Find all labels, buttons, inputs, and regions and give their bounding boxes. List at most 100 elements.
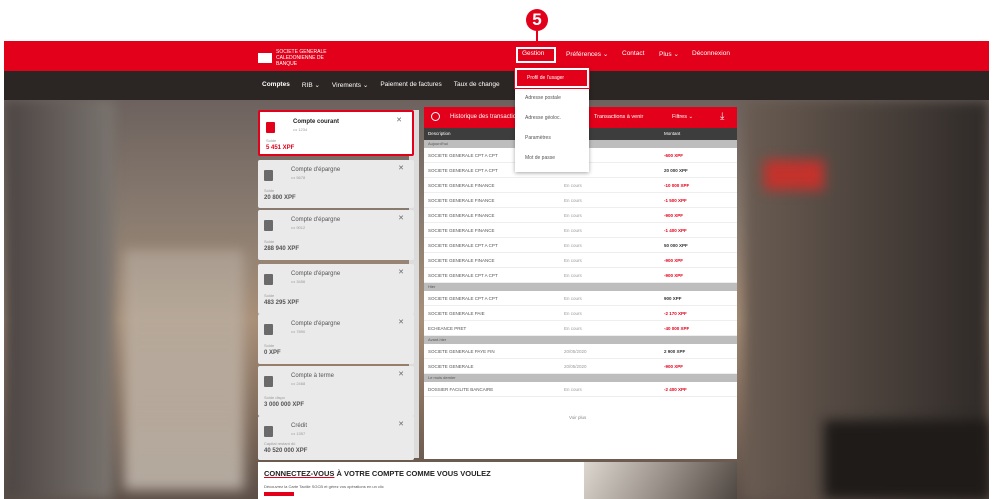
balance-amount: 40 520 000 XPF <box>264 448 308 454</box>
transaction-description: SOCIETE GENERALE FINANCE <box>428 213 495 218</box>
expand-icon[interactable]: ✕ <box>398 268 404 276</box>
account-number: ••• 5678 <box>291 175 306 180</box>
banner-title-rest: À VOTRE COMPTE COMME VOUS VOULEZ <box>334 469 491 478</box>
transaction-status: En cours <box>564 183 582 188</box>
account-number: ••• 7890 <box>291 329 306 334</box>
balance-label: Solde <box>264 343 275 348</box>
transaction-row[interactable]: SOCIETE GENERALE PAYE FIN 20/05/2020 2 900… <box>424 344 737 359</box>
account-name: Compte d'épargne <box>291 321 341 327</box>
transaction-status: En cours <box>564 258 582 263</box>
transaction-amount: 20 000 XPF <box>664 168 688 173</box>
transaction-amount: 2 900 XPF <box>664 349 686 354</box>
transaction-row[interactable]: SOCIETE GENERALE FINANCE En cours -10 000 … <box>424 178 737 193</box>
transaction-description: SOCIETE GENERALE FINANCE <box>428 228 495 233</box>
menu-item-parametres[interactable]: Paramètres <box>515 128 589 148</box>
subnav-virements[interactable]: Virements ⌄ <box>332 81 368 89</box>
transaction-row[interactable]: SOCIETE GENERALE CPT A CPT En cours 900 XP… <box>424 291 737 306</box>
transaction-description: ECHEANCE PRET <box>428 326 467 331</box>
transaction-description: SOCIETE GENERALE PAYE FIN <box>428 349 495 354</box>
account-card[interactable]: Compte d'épargne ••• 5678 Solde 20 800 X… <box>258 160 414 208</box>
transaction-description: SOCIETE GENERALE CPT A CPT <box>428 243 498 248</box>
menu-item-adresse-geoloc[interactable]: Adresse géoloc. <box>515 108 589 128</box>
menu-item-profil[interactable]: Profil de l'usager <box>514 67 590 89</box>
expand-icon[interactable]: ✕ <box>398 214 404 222</box>
wallet-icon <box>264 220 273 231</box>
account-card[interactable]: Crédit ••• 1357 Capital restant dû 40 52… <box>258 416 414 460</box>
account-card[interactable]: Compte d'épargne ••• 9012 Solde 288 940 … <box>258 210 414 260</box>
wallet-icon <box>264 376 273 387</box>
expand-icon[interactable]: ✕ <box>398 420 404 428</box>
step-badge: 5 <box>526 9 548 31</box>
account-number: ••• 9012 <box>291 225 306 230</box>
transaction-row[interactable]: SOCIETE GENERALE FINANCE En cours -1 400 X… <box>424 223 737 238</box>
transaction-row[interactable]: SOCIETE GENERALE 20/05/2020 -900 XPF <box>424 359 737 374</box>
upcoming-transactions-link[interactable]: Transactions à venir <box>594 114 643 120</box>
transaction-row[interactable]: SOCIETE GENERALE CPT A CPT En cours -900 X… <box>424 268 737 283</box>
expand-icon[interactable]: ✕ <box>398 318 404 326</box>
transaction-status: En cours <box>564 326 582 331</box>
account-name: Crédit <box>291 423 308 429</box>
col-amount: Montant <box>664 131 681 136</box>
account-name: Compte d'épargne <box>291 217 341 223</box>
wallet-icon <box>264 324 273 335</box>
transaction-amount: 50 000 XPF <box>664 243 688 248</box>
transaction-description: SOCIETE GENERALE CPT A CPT <box>428 296 498 301</box>
transaction-status: En cours <box>564 296 582 301</box>
nav-preferences[interactable]: Préférences ⌄ <box>566 50 608 58</box>
transaction-status: En cours <box>564 198 582 203</box>
transaction-row[interactable]: SOCIETE GENERALE CPT A CPT En cours 50 000… <box>424 238 737 253</box>
panel-title: Historique des transactions <box>450 114 523 120</box>
filter-button[interactable]: Filtres ⌄ <box>672 114 693 120</box>
transaction-row[interactable]: ECHEANCE PRET En cours -40 000 XPF <box>424 321 737 336</box>
date-group-header: Le mois dernier <box>424 374 737 382</box>
balance-label: Solde <box>264 239 275 244</box>
account-card[interactable]: Compte à terme ••• 2468 Solde dispo 3 00… <box>258 366 414 416</box>
expand-icon[interactable]: ✕ <box>396 116 402 124</box>
transaction-amount: -900 XPF <box>664 258 684 263</box>
expand-icon[interactable]: ✕ <box>398 164 404 172</box>
menu-item-mot-de-passe[interactable]: Mot de passe <box>515 148 589 168</box>
accounts-list: Compte courant ••• 1234 Solde 5 451 XPF … <box>258 110 414 460</box>
step-badge-connector <box>536 31 538 47</box>
account-number: ••• 1357 <box>291 431 306 436</box>
transaction-row[interactable]: SOCIETE GENERALE FINANCE En cours -900 XPF <box>424 208 737 223</box>
expand-icon[interactable]: ✕ <box>398 370 404 378</box>
transaction-row[interactable]: SOCIETE GENERALE FINANCE En cours -900 XPF <box>424 253 737 268</box>
subnav-paiement[interactable]: Paiement de factures <box>380 81 441 89</box>
see-more-link[interactable]: Voir plus <box>569 415 586 420</box>
history-icon <box>431 112 440 121</box>
subnav-taux[interactable]: Taux de change <box>454 81 500 89</box>
logo-icon <box>258 53 272 63</box>
transaction-amount: -1 400 XPF <box>664 228 687 233</box>
col-description: Description <box>428 131 451 136</box>
bank-logo[interactable]: SOCIETE GENERALE CALEDONIENNE DE BANQUE <box>258 49 346 67</box>
account-name: Compte courant <box>293 119 340 125</box>
banner-cta[interactable] <box>264 492 294 496</box>
transaction-amount: 900 XPF <box>664 296 682 301</box>
download-icon[interactable]: ⤓ <box>720 111 724 122</box>
nav-deconnexion[interactable]: Déconnexion <box>692 50 730 57</box>
account-card[interactable]: Compte d'épargne ••• 7890 Solde 0 XPF ✕ <box>258 314 414 364</box>
balance-label: Capital restant dû <box>264 441 296 446</box>
subnav-rib[interactable]: RIB ⌄ <box>302 81 320 89</box>
account-name: Compte d'épargne <box>291 271 341 277</box>
transaction-status: 20/05/2020 <box>564 364 587 369</box>
transaction-description: SOCIETE GENERALE CPT A CPT <box>428 168 498 173</box>
balance-label: Solde <box>266 138 277 143</box>
transaction-row[interactable]: DOSSIER FACILITE BANCAIRE En cours -2 400 … <box>424 382 737 397</box>
transaction-row[interactable]: SOCIETE GENERALE PAIE En cours -2 170 XPF <box>424 306 737 321</box>
balance-label: Solde <box>264 188 275 193</box>
date-group-header: Avant-hier <box>424 336 737 344</box>
banner-subtitle: Découvrez la Carte Tactile SGCB et gérez… <box>264 484 384 489</box>
account-card[interactable]: Compte d'épargne ••• 3456 Solde 483 295 … <box>258 264 414 314</box>
gestion-dropdown-menu: Profil de l'usager Adresse postale Adres… <box>514 67 590 172</box>
nav-contact[interactable]: Contact <box>622 50 644 57</box>
account-card[interactable]: Compte courant ••• 1234 Solde 5 451 XPF … <box>258 110 414 156</box>
menu-item-adresse-postale[interactable]: Adresse postale <box>515 88 589 108</box>
transaction-amount: -2 400 XPF <box>664 387 687 392</box>
page: SOCIETE GENERALE CALEDONIENNE DE BANQUE … <box>0 0 993 499</box>
account-name: Compte d'épargne <box>291 167 341 173</box>
transaction-row[interactable]: SOCIETE GENERALE FINANCE En cours -1 500 X… <box>424 193 737 208</box>
nav-plus[interactable]: Plus ⌄ <box>659 50 679 58</box>
subnav-comptes[interactable]: Comptes <box>262 81 290 89</box>
